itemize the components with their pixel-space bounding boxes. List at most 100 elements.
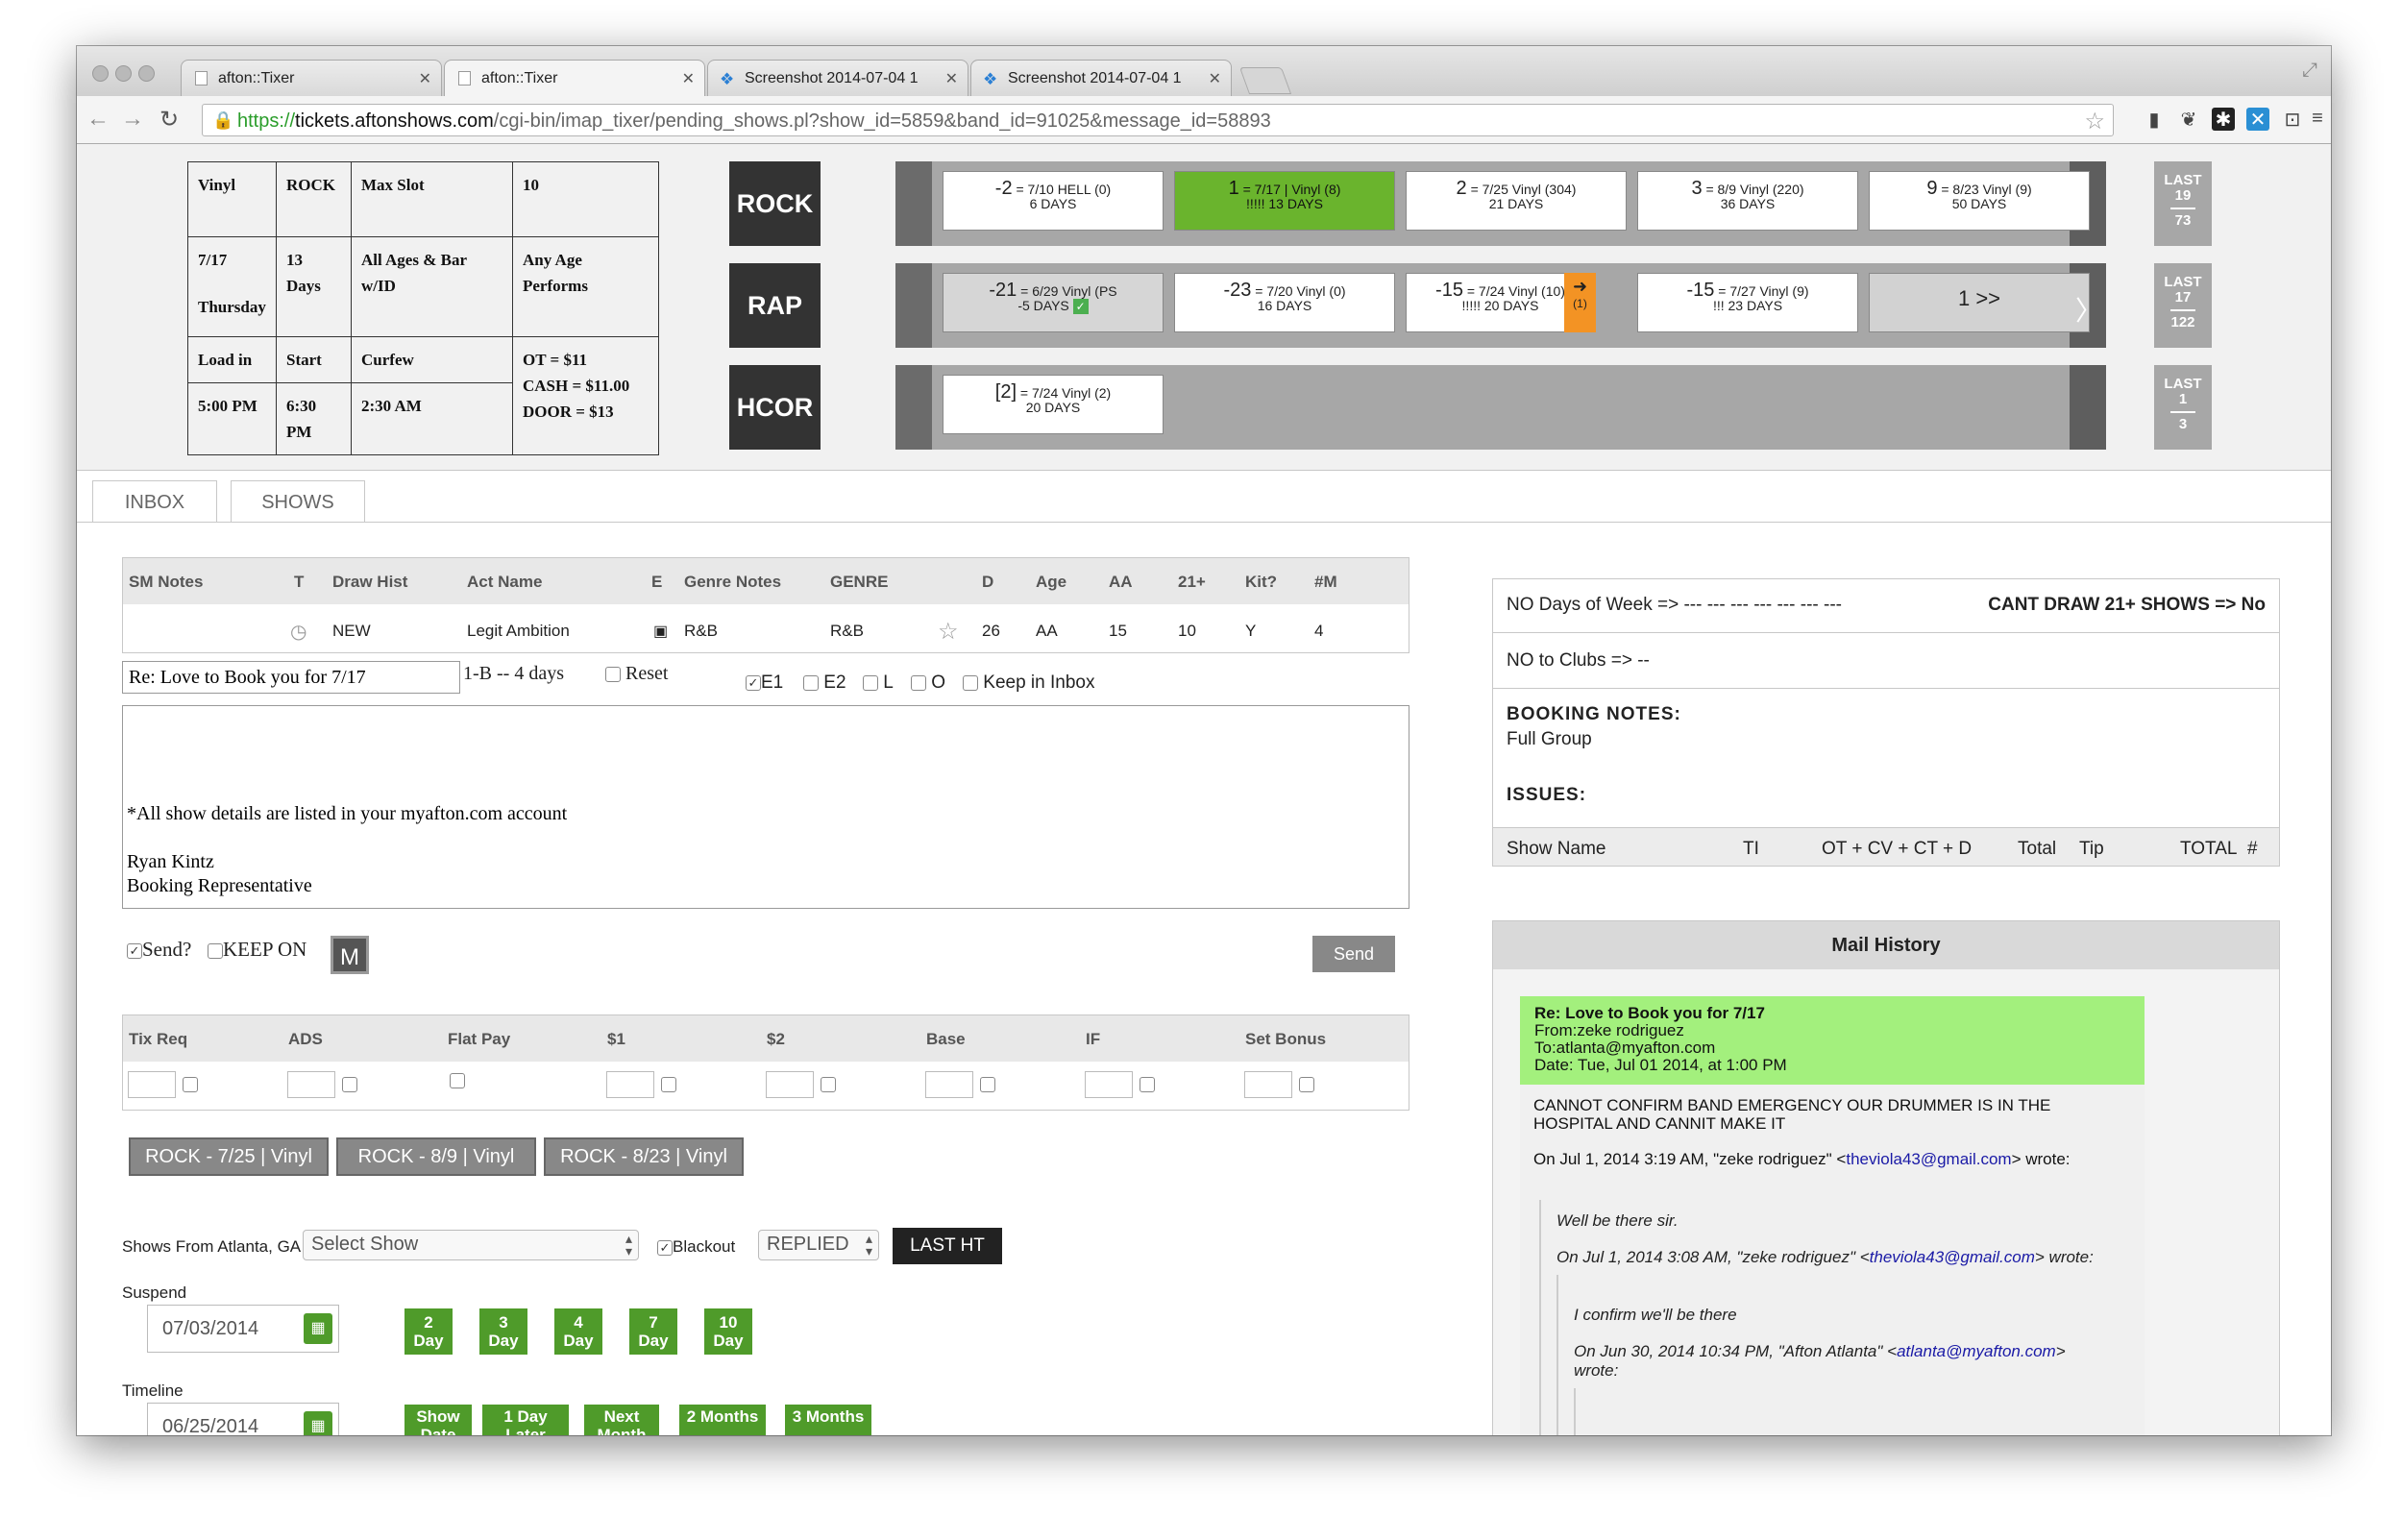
timeline-1-day-later-button[interactable]: 1 Day Later [482, 1405, 569, 1435]
close-window-icon[interactable] [92, 65, 109, 82]
e2-checkbox[interactable] [803, 674, 819, 691]
base-checkbox[interactable] [980, 1077, 995, 1092]
new-tab-button[interactable] [1238, 67, 1292, 94]
show-box-current[interactable]: 1 = 7/17 | Vinyl (8)!!!!! 13 DAYS [1174, 171, 1395, 231]
email-link[interactable]: theviola43@gmail.com [1846, 1150, 2011, 1168]
last-shows-rap[interactable]: LAST 17 122 [2154, 263, 2212, 348]
browser-tab-2[interactable]: afton::Tixer ✕ [444, 60, 705, 96]
send-option[interactable]: ✓ Send? [127, 938, 191, 962]
select-show-dropdown[interactable]: Select Show ▴ ▾ [303, 1230, 639, 1260]
suspend-10-day-button[interactable]: 10 Day [704, 1308, 752, 1355]
timeline-next-month-button[interactable]: Next Month [584, 1405, 659, 1435]
zoom-window-icon[interactable] [138, 65, 155, 82]
bookmark-star-icon[interactable]: ☆ [2084, 108, 2105, 135]
suspend-date-input[interactable]: 07/03/2014 ▦ [147, 1305, 339, 1353]
suspend-2-day-button[interactable]: 2 Day [404, 1308, 453, 1355]
if-checkbox[interactable] [1140, 1077, 1155, 1092]
show-link-button[interactable]: ROCK - 8/9 | Vinyl [336, 1137, 536, 1176]
extension-icon[interactable]: ✱ [2212, 108, 2235, 131]
set-bonus-input[interactable] [1244, 1071, 1292, 1098]
suspend-4-day-button[interactable]: 4 Day [554, 1308, 602, 1355]
o-checkbox[interactable] [911, 674, 926, 691]
set-bonus-checkbox[interactable] [1299, 1077, 1314, 1092]
ads-checkbox[interactable] [342, 1077, 357, 1092]
m-button[interactable]: M [331, 936, 369, 974]
tix-req-input[interactable] [128, 1071, 176, 1098]
genre-rap-label[interactable]: RAP [729, 263, 821, 348]
blackout-option[interactable]: ✓ Blackout [657, 1237, 735, 1257]
tab-inbox[interactable]: INBOX [92, 480, 217, 523]
email-link[interactable]: theviola43@gmail.com [1870, 1248, 2035, 1266]
suspend-3-day-button[interactable]: 3 Day [479, 1308, 527, 1355]
show-box[interactable]: 2 = 7/25 Vinyl (304) 21 DAYS [1406, 171, 1627, 231]
message-body-textarea[interactable]: *All show details are listed in your mya… [122, 705, 1409, 909]
close-tab-icon[interactable]: ✕ [945, 69, 958, 88]
timeline-show-date-button[interactable]: Show Date [404, 1405, 472, 1435]
o-option[interactable]: O [911, 672, 945, 694]
calendar-icon[interactable]: ▦ [304, 1313, 332, 1344]
forward-icon[interactable]: → [121, 106, 144, 133]
blackout-checkbox[interactable]: ✓ [657, 1239, 673, 1256]
tix-req-checkbox[interactable] [183, 1077, 198, 1092]
reset-option[interactable]: Reset [605, 663, 668, 685]
fullscreen-icon[interactable]: ⤢ [2302, 60, 2317, 82]
show-box[interactable]: [2] = 7/24 Vinyl (2) 20 DAYS [943, 375, 1164, 434]
ads-input[interactable] [287, 1071, 335, 1098]
act-name[interactable]: Legit Ambition [467, 622, 570, 641]
extension-icon[interactable]: ✕ [2246, 108, 2269, 131]
chevron-right-icon[interactable]: 〉 [2075, 290, 2102, 329]
menu-icon[interactable]: ≡ [2306, 108, 2329, 131]
evernote-icon[interactable]: ❦ [2177, 108, 2200, 131]
reload-icon[interactable]: ↻ [159, 106, 179, 134]
address-bar[interactable]: 🔒 https://tickets.aftonshows.com/cgi-bin… [202, 104, 2114, 136]
e1-option[interactable]: ✓ E1 [746, 672, 783, 694]
dollar1-checkbox[interactable] [661, 1077, 676, 1092]
dollar2-checkbox[interactable] [821, 1077, 836, 1092]
suspend-7-day-button[interactable]: 7 Day [629, 1308, 677, 1355]
keep-inbox-option[interactable]: Keep in Inbox [963, 672, 1094, 694]
show-box[interactable]: 3 = 8/9 Vinyl (220) 36 DAYS [1637, 171, 1858, 231]
l-checkbox[interactable] [863, 674, 878, 691]
keep-on-checkbox[interactable] [208, 943, 223, 960]
l-option[interactable]: L [863, 672, 894, 694]
genre-rock-label[interactable]: ROCK [729, 161, 821, 246]
send-checkbox[interactable]: ✓ [127, 943, 142, 960]
mail-item-header[interactable]: Re: Love to Book you for 7/17 From:zeke … [1520, 996, 2145, 1085]
show-box[interactable]: -2 = 7/10 HELL (0) 6 DAYS [943, 171, 1164, 231]
close-tab-icon[interactable]: ✕ [1209, 69, 1221, 88]
base-input[interactable] [925, 1071, 973, 1098]
subject-input[interactable]: Re: Love to Book you for 7/17 [122, 661, 460, 694]
e2-option[interactable]: E2 [803, 672, 846, 694]
status-dropdown[interactable]: REPLIED ▴ ▾ [758, 1230, 879, 1260]
extension-icon[interactable]: ▮ [2143, 108, 2166, 131]
close-tab-icon[interactable]: ✕ [682, 69, 695, 88]
show-link-button[interactable]: ROCK - 8/23 | Vinyl [544, 1137, 744, 1176]
cast-icon[interactable]: ⊡ [2281, 108, 2304, 131]
show-box[interactable]: -21 = 6/29 Vinyl (PS -5 DAYS ✓ [943, 273, 1164, 332]
browser-tab-1[interactable]: afton::Tixer ✕ [181, 60, 442, 96]
e1-checkbox[interactable]: ✓ [746, 674, 761, 691]
keep-on-option[interactable]: KEEP ON [208, 938, 306, 962]
star-icon[interactable]: ☆ [938, 618, 959, 646]
if-input[interactable] [1085, 1071, 1133, 1098]
last-shows-rock[interactable]: LAST 19 73 [2154, 161, 2212, 246]
calendar-icon[interactable]: ▦ [304, 1411, 332, 1435]
reset-checkbox[interactable] [605, 667, 621, 683]
last-shows-hcor[interactable]: LAST 1 3 [2154, 365, 2212, 450]
show-box[interactable]: 9 = 8/23 Vinyl (9) 50 DAYS [1869, 171, 2090, 231]
more-shows-button[interactable]: 1 >> [1869, 273, 2090, 332]
dollar2-input[interactable] [766, 1071, 814, 1098]
show-box[interactable]: -23 = 7/20 Vinyl (0) 16 DAYS [1174, 273, 1395, 332]
last-ht-button[interactable]: LAST HT [893, 1228, 1002, 1264]
clock-icon[interactable]: ◷ [290, 620, 306, 644]
timeline-date-input[interactable]: 06/25/2014 ▦ [147, 1403, 339, 1435]
browser-tab-4[interactable]: ❖ Screenshot 2014-07-04 1 ✕ [970, 60, 1232, 96]
email-link[interactable]: atlanta@myafton.com [1897, 1342, 2056, 1360]
forward-arrow-button[interactable]: ➜ (1) [1564, 273, 1596, 332]
timeline-2-months-button[interactable]: 2 Months [679, 1405, 766, 1435]
send-button[interactable]: Send [1312, 936, 1395, 972]
tab-shows[interactable]: SHOWS [231, 480, 365, 523]
flat-pay-checkbox[interactable] [450, 1073, 465, 1088]
genre-hcor-label[interactable]: HCOR [729, 365, 821, 450]
timeline-3-months-button[interactable]: 3 Months [785, 1405, 871, 1435]
